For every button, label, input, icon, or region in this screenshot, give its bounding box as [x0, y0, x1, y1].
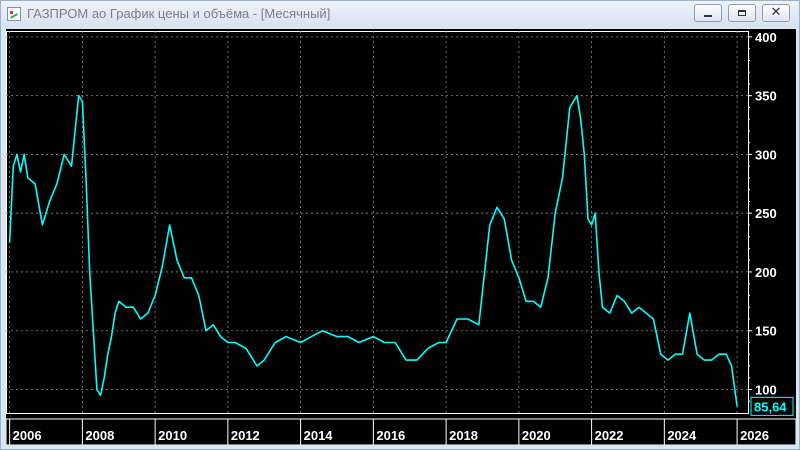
- x-tick-label: 2018: [449, 428, 478, 443]
- title-bar[interactable]: ГАЗПРОМ ао График цены и объёма - [Месяч…: [1, 1, 799, 27]
- chart-app-icon: [7, 7, 21, 21]
- minimize-button[interactable]: [694, 4, 722, 22]
- x-tick-label: 2008: [85, 428, 114, 443]
- x-tick-label: 2020: [522, 428, 551, 443]
- x-tick-label: 2024: [667, 428, 697, 443]
- x-tick-label: 2016: [376, 428, 405, 443]
- y-tick-label: 400: [755, 30, 777, 45]
- last-price-label: 85,64: [750, 396, 794, 416]
- plot-border: [6, 31, 749, 414]
- maximize-button[interactable]: [728, 4, 756, 22]
- y-tick-label: 100: [755, 382, 777, 397]
- x-tick-label: 2010: [158, 428, 187, 443]
- y-tick-label: 250: [755, 206, 777, 221]
- minimize-icon: [704, 15, 712, 17]
- price-axis: 100 150 200 250 300 350 400: [748, 30, 777, 402]
- x-tick-label: 2006: [13, 428, 42, 443]
- x-tick-label: 2026: [740, 428, 769, 443]
- x-tick-label: 2014: [304, 428, 334, 443]
- x-tick-label: 2012: [231, 428, 260, 443]
- chart-window: ГАЗПРОМ ао График цены и объёма - [Месяч…: [0, 0, 800, 450]
- y-tick-label: 300: [755, 147, 777, 162]
- close-button[interactable]: ✕: [762, 4, 790, 22]
- maximize-icon: [738, 10, 746, 16]
- chart-grid: [6, 31, 749, 414]
- price-chart-area[interactable]: 100 150 200 250 300 350 400 2006 2008 2010 2012 20…: [6, 29, 796, 445]
- time-axis: 2006 2008 2010 2012 2014 2016 2018 2020 2022 2024…: [6, 418, 796, 445]
- price-chart[interactable]: 100150200250300350400 2006 2008 2010 2012 20…: [6, 29, 796, 445]
- window-title: ГАЗПРОМ ао График цены и объёма - [Месяч…: [27, 6, 331, 21]
- y-tick-label: 350: [755, 89, 777, 104]
- close-icon: ✕: [770, 5, 782, 20]
- y-tick-label: 150: [755, 324, 777, 339]
- last-price-value: 85,64: [754, 399, 787, 414]
- x-tick-label: 2022: [595, 428, 624, 443]
- y-tick-label: 200: [755, 265, 777, 280]
